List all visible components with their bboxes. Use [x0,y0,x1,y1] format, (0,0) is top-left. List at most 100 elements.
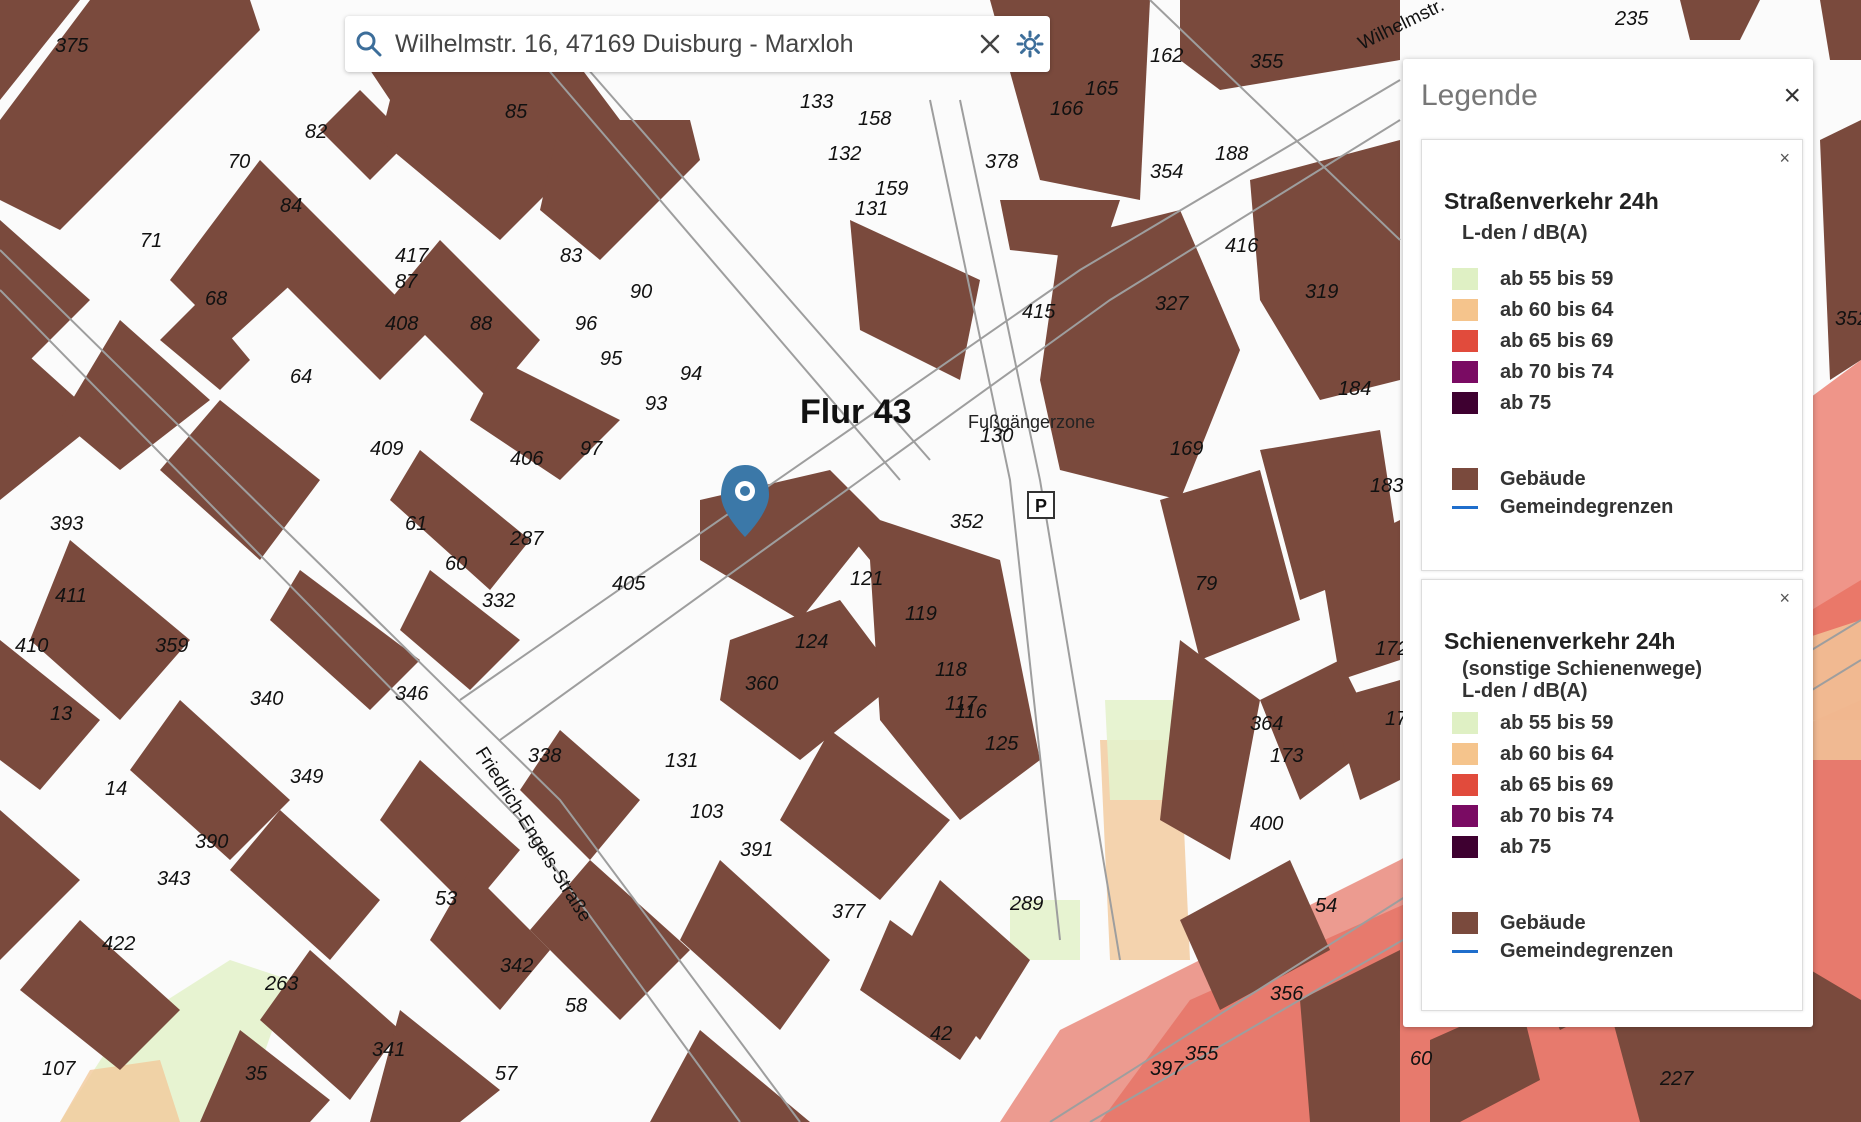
plot-number-label: 93 [645,393,667,415]
plot-number-label: 97 [580,438,603,460]
plot-number-label: 82 [305,121,327,143]
plot-number-label: 332 [482,590,515,612]
plot-number-label: 58 [565,995,587,1017]
plot-number-label: 343 [157,868,190,890]
plot-number-label: 71 [140,230,162,252]
plot-number-label: 422 [102,933,135,955]
plot-number-label: 119 [905,603,937,625]
plot-number-label: 87 [395,271,418,293]
legend-class-row: ab 60 bis 64 [1452,743,1613,765]
search-icon[interactable] [345,16,393,72]
district-label: Flur 43 [800,393,911,431]
plot-number-label: 159 [875,178,908,200]
plot-number-label: 364 [1250,713,1283,735]
plot-number-label: 84 [280,195,302,217]
legend-panel: Legende × × Straßenverkehr 24h L-den / d… [1403,59,1813,1027]
plot-number-label: 360 [745,673,778,695]
legend-class-row: ab 70 bis 74 [1452,805,1613,827]
plot-number-label: 60 [1410,1048,1432,1070]
legend-section-subtitle: (sonstige Schienenwege) [1462,658,1703,680]
plot-number-label: 354 [1150,161,1183,183]
legend-class-label: ab 55 bis 59 [1500,267,1614,290]
legend-swatch [1452,268,1478,290]
plot-number-label: 184 [1338,378,1371,400]
legend-section-rail-close-icon[interactable]: × [1779,588,1790,609]
plot-number-label: 83 [560,245,582,267]
plot-number-label: 263 [264,973,298,995]
legend-class-row: ab 70 bis 74 [1452,361,1613,383]
legend-section-road: × Straßenverkehr 24h L-den / dB(A) ab 55… [1421,139,1803,571]
plot-number-label: 53 [435,888,457,910]
plot-number-label: 70 [228,151,250,173]
plot-number-label: 94 [680,363,702,385]
plot-number-label: 95 [600,348,623,370]
legend-section-subtitle-2: L-den / dB(A) [1462,680,1588,702]
plot-number-label: 417 [395,245,429,267]
plot-number-label: 103 [690,801,723,823]
plot-number-label: 14 [105,778,127,800]
plot-number-label: 90 [630,281,652,303]
parking-icon[interactable]: P [1027,491,1055,519]
legend-swatch [1452,836,1478,858]
plot-number-label: 338 [528,745,561,767]
plot-number-label: 400 [1250,813,1283,835]
legend-section-rail: × Schienenverkehr 24h (sonstige Schienen… [1421,579,1803,1011]
legend-section-road-close-icon[interactable]: × [1779,148,1790,169]
legend-swatch-building [1452,468,1478,490]
settings-gear-icon[interactable] [1010,16,1050,72]
parking-symbol: P [1035,496,1047,516]
legend-class-label: ab 60 bis 64 [1500,298,1614,321]
plot-number-label: 133 [800,91,833,113]
plot-number-label: 61 [405,513,427,535]
plot-number-label: 54 [1315,895,1337,917]
legend-title: Legende [1421,79,1538,112]
plot-number-label: 158 [858,108,891,130]
plot-number-label: 349 [290,766,323,788]
plot-number-label: 352 [950,511,983,533]
plot-number-label: 359 [155,635,188,657]
legend-swatch-border [1452,505,1478,509]
plot-number-label: 341 [372,1039,405,1061]
legend-swatch [1452,743,1478,765]
legend-swatch-building [1452,912,1478,934]
plot-number-label: 375 [55,35,89,57]
legend-class-row: ab 75 [1452,392,1551,414]
legend-class-row: ab 55 bis 59 [1452,268,1613,290]
legend-class-label: ab 70 bis 74 [1500,804,1614,827]
plot-number-label: 183 [1370,475,1403,497]
plot-number-label: 85 [505,101,528,123]
plot-number-label: 96 [575,313,598,335]
plot-number-label: 377 [832,901,866,923]
plot-number-label: 57 [495,1063,518,1085]
legend-class-label: Gemeindegrenzen [1500,495,1674,518]
clear-icon[interactable] [970,16,1010,72]
plot-number-label: 107 [42,1058,76,1080]
legend-class-label: ab 75 [1500,391,1552,414]
plot-number-label: 124 [795,631,828,653]
search-input[interactable] [393,28,970,60]
plot-number-label: 64 [290,366,312,388]
plot-number-label: 393 [50,513,83,535]
search-bar [345,16,1050,72]
legend-close-icon[interactable]: × [1783,81,1801,111]
legend-class-row: ab 60 bis 64 [1452,299,1613,321]
plot-number-label: 227 [1659,1068,1694,1090]
legend-swatch [1452,361,1478,383]
legend-class-row: Gemeindegrenzen [1452,496,1673,518]
plot-number-label: 319 [1305,281,1338,303]
plot-number-label: 411 [55,585,87,607]
plot-number-label: 88 [470,313,492,335]
plot-number-label: 125 [985,733,1019,755]
legend-class-label: ab 55 bis 59 [1500,711,1614,734]
legend-class-label: Gebäude [1500,911,1586,934]
plot-number-label: 352 [1835,308,1861,330]
plot-number-label: 173 [1270,745,1303,767]
plot-number-label: 410 [15,635,48,657]
plot-number-label: 131 [665,750,698,772]
plot-number-label: 340 [250,688,283,710]
plot-number-label: 42 [930,1023,952,1045]
legend-class-row: ab 55 bis 59 [1452,712,1613,734]
plot-number-label: 406 [510,448,544,470]
plot-number-label: 116 [955,701,988,723]
plot-number-label: 132 [828,143,861,165]
